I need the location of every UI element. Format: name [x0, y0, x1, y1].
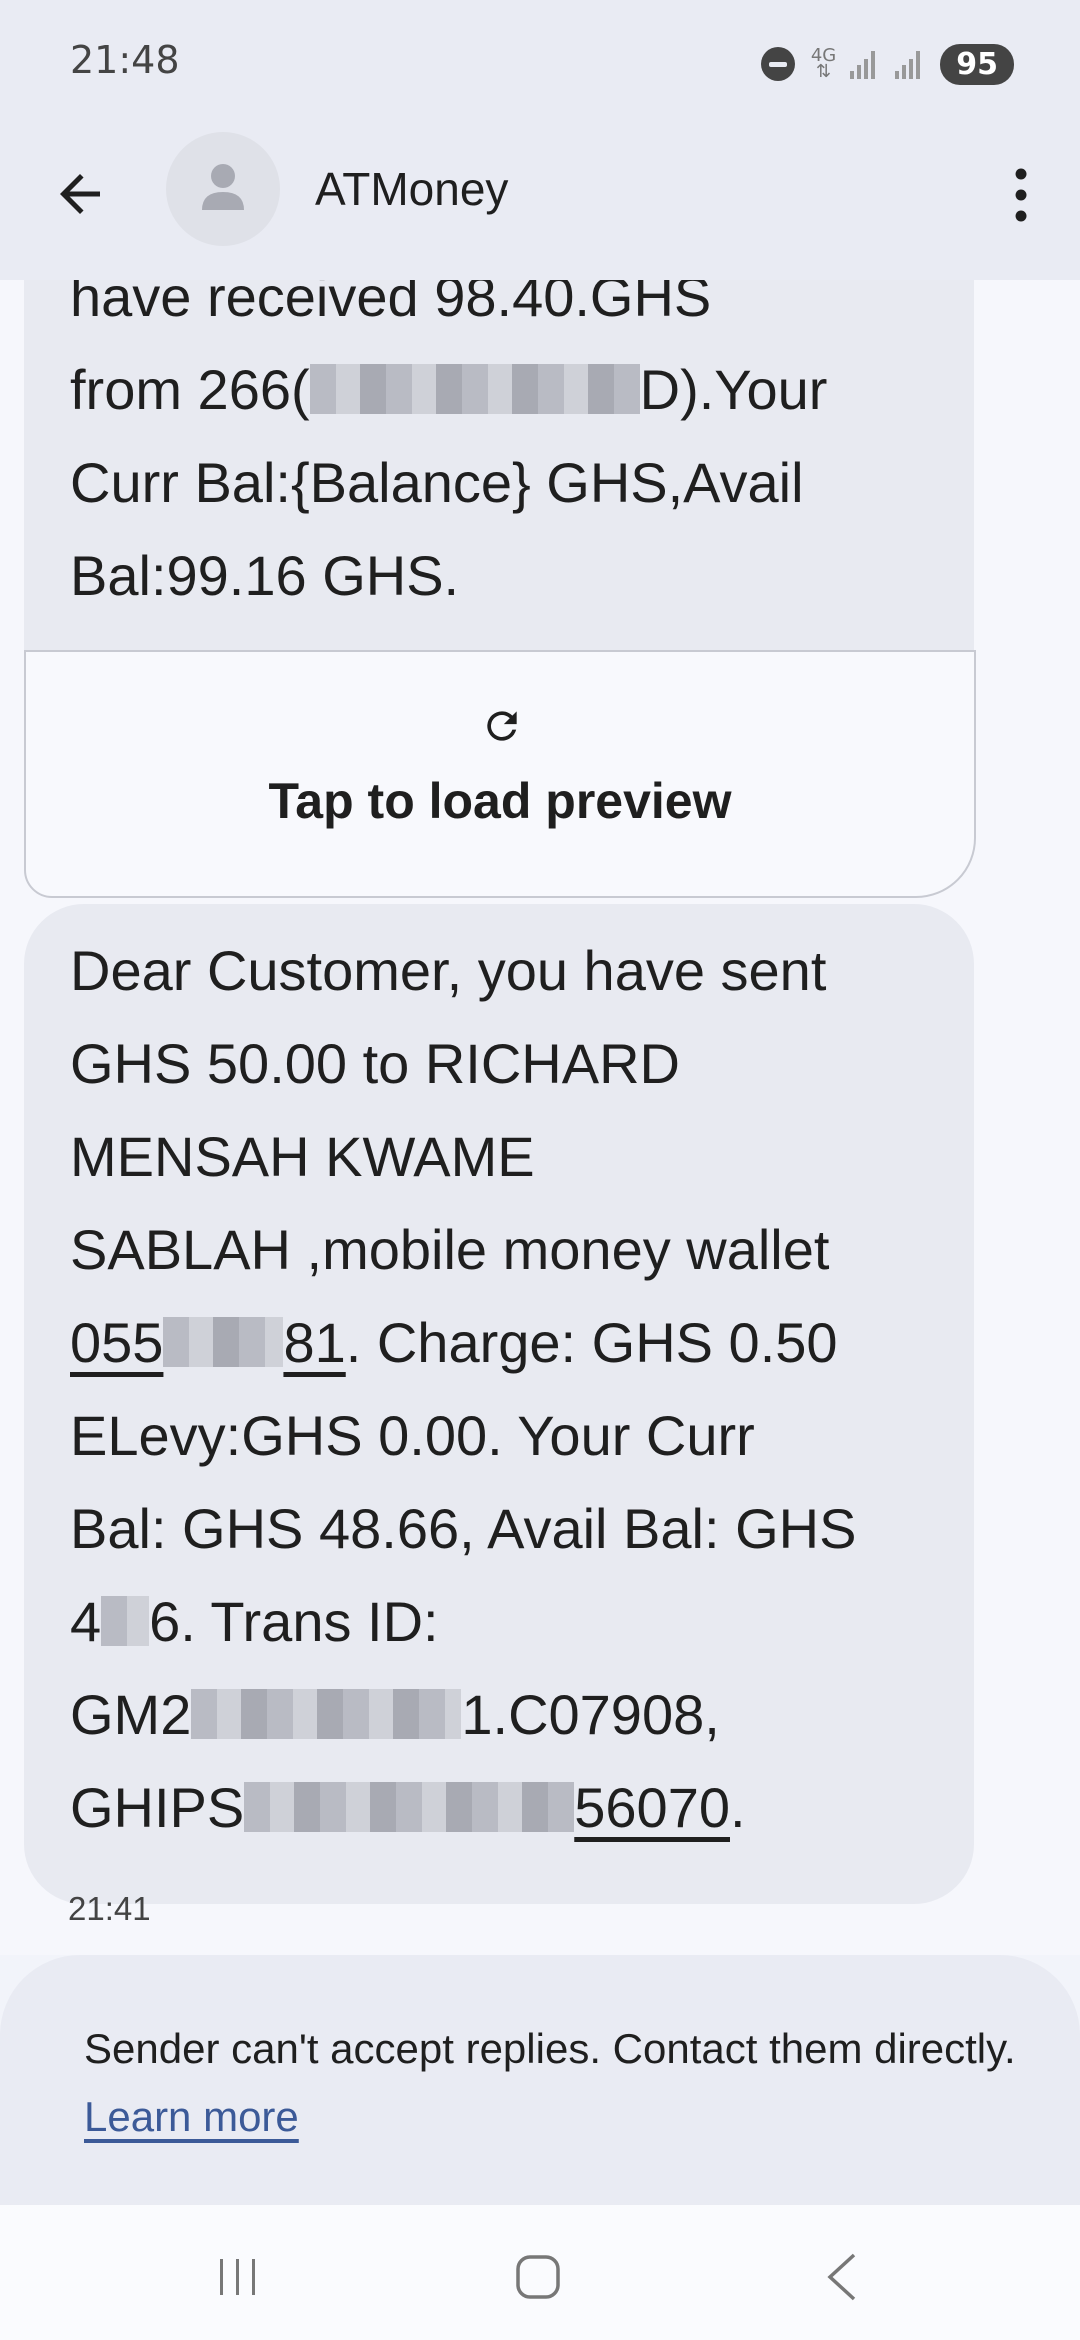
- signal-icon: [850, 49, 876, 79]
- redacted-block: [191, 1689, 462, 1740]
- status-time: 21:48: [70, 38, 180, 82]
- message-fragment: . Charge: GHS 0.50: [345, 1311, 838, 1374]
- reply-notice-message: Sender can't accept replies. Contact the…: [84, 2025, 1016, 2072]
- status-icons: 4G ⇅ 95: [760, 40, 1014, 88]
- message-fragment: D).Your: [639, 358, 828, 421]
- reply-notice: Sender can't accept replies. Contact the…: [0, 1955, 1080, 2205]
- message-line: MENSAH KWAME: [70, 1125, 535, 1188]
- message-line: GM2 1.C07908,: [70, 1668, 960, 1761]
- link-preview-card[interactable]: Tap to load preview: [24, 650, 976, 898]
- message-line: Bal: GHS 48.66, Avail Bal: GHS: [70, 1497, 857, 1560]
- redacted-block: [101, 1596, 150, 1647]
- recents-icon[interactable]: [216, 2255, 260, 2299]
- message-fragment: 81: [283, 1311, 346, 1374]
- redacted-block: [244, 1782, 575, 1833]
- message-line: have received 98.40.GHS: [70, 280, 712, 328]
- message-fragment: GM2: [70, 1683, 192, 1746]
- message-list[interactable]: have received 98.40.GHS from 266( D).Your…: [0, 280, 1080, 1955]
- person-icon: [202, 164, 244, 210]
- more-vert-icon[interactable]: [1006, 160, 1036, 230]
- conversation-header: ATMoney: [0, 128, 1080, 280]
- message-fragment: GHIPS: [70, 1776, 245, 1839]
- do-not-disturb-icon: [760, 47, 795, 81]
- message-line: GHS 50.00 to RICHARD: [70, 1032, 680, 1095]
- message-fragment: 055: [70, 1311, 164, 1374]
- message-bubble[interactable]: Dear Customer, you have sent GHS 50.00 t…: [24, 904, 974, 1904]
- contact-name[interactable]: ATMoney: [315, 162, 508, 216]
- message-line: Curr Bal:{Balance} GHS,Avail: [70, 451, 804, 514]
- navigation-bar: [0, 2205, 1080, 2340]
- home-icon[interactable]: [514, 2253, 562, 2301]
- preview-label: Tap to load preview: [268, 773, 732, 829]
- message-line: ELevy:GHS 0.00. Your Curr: [70, 1404, 755, 1467]
- avatar[interactable]: [166, 132, 280, 246]
- message-line: 4 6. Trans ID:: [70, 1575, 960, 1668]
- back-icon[interactable]: [822, 2251, 862, 2303]
- battery-icon: 95: [940, 43, 1014, 85]
- message-fragment: 6. Trans ID:: [149, 1590, 439, 1653]
- network-4g-icon: 4G ⇅: [810, 45, 837, 82]
- message-bubble[interactable]: have received 98.40.GHS from 266( D).Your…: [24, 280, 974, 650]
- message-line: from 266( D).Your: [70, 343, 950, 436]
- message-line: Dear Customer, you have sent: [70, 939, 827, 1002]
- redacted-block: [309, 364, 640, 415]
- message-fragment: 1.C07908,: [461, 1683, 720, 1746]
- message-line: 055 81. Charge: GHS 0.50: [70, 1296, 960, 1389]
- message-text: Dear Customer, you have sent GHS 50.00 t…: [70, 924, 960, 1854]
- signal-icon: [895, 49, 921, 79]
- message-text: have received 98.40.GHS from 266( D).Your…: [70, 280, 950, 622]
- message-fragment: 4: [70, 1590, 102, 1653]
- back-arrow-icon[interactable]: [50, 164, 110, 224]
- redacted-block: [163, 1317, 284, 1368]
- message-line: SABLAH ,mobile money wallet: [70, 1218, 830, 1281]
- status-bar: 21:48 4G ⇅ 95: [0, 0, 1080, 128]
- message-timestamp: 21:41: [68, 1890, 151, 1927]
- message-line: Bal:99.16 GHS.: [70, 544, 460, 607]
- reply-notice-text: Sender can't accept replies. Contact the…: [84, 2015, 1024, 2151]
- wallet-number-link[interactable]: 055 81: [70, 1311, 346, 1374]
- message-fragment: .: [730, 1776, 746, 1839]
- message-fragment: from 266(: [70, 358, 310, 421]
- refresh-icon: [487, 711, 517, 741]
- learn-more-link[interactable]: Learn more: [84, 2093, 299, 2140]
- message-line: GHIPS 56070.: [70, 1761, 960, 1854]
- network-label: 4G: [810, 45, 837, 66]
- trans-id-link[interactable]: 56070: [574, 1776, 730, 1839]
